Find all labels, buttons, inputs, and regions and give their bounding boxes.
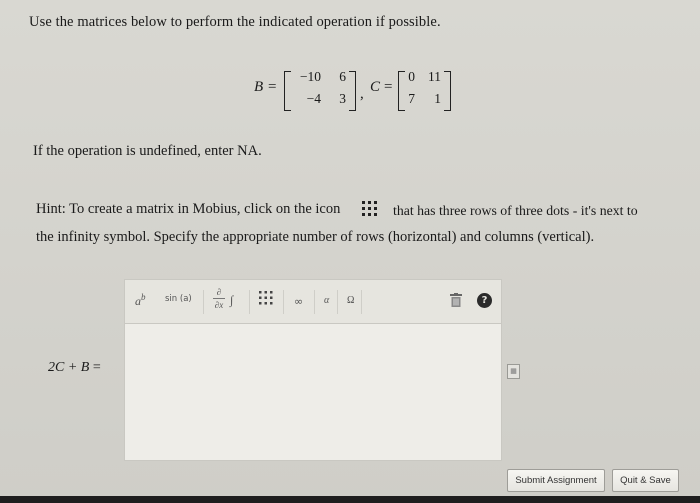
sin-function-icon[interactable]: sin (a) bbox=[165, 294, 192, 304]
toolbar-divider bbox=[337, 290, 338, 314]
power-exponent: b bbox=[141, 292, 146, 302]
trash-icon[interactable] bbox=[450, 293, 462, 310]
integral-icon[interactable]: ∫ bbox=[230, 293, 233, 308]
matrix-b-cell: 3 bbox=[339, 91, 346, 106]
help-icon[interactable]: ? bbox=[477, 293, 492, 308]
expression-text: 2C + B bbox=[48, 360, 90, 375]
bottom-border bbox=[0, 496, 700, 503]
submit-assignment-button[interactable]: Submit Assignment bbox=[507, 469, 605, 492]
matrix-icon[interactable] bbox=[258, 290, 274, 309]
matrix-b-label: B bbox=[254, 79, 264, 95]
hint-text-line2: the infinity symbol. Specify the appropr… bbox=[36, 229, 595, 245]
matrix-b-right-bracket bbox=[349, 71, 356, 111]
equation-editor-toolbar: ab sin (a) ∂ ∂x ∫ ∞ α Ω ? bbox=[124, 279, 502, 324]
omega-icon[interactable]: Ω bbox=[347, 295, 354, 306]
toolbar-divider bbox=[249, 290, 250, 314]
matrix-b-cell: −10 bbox=[299, 69, 321, 84]
matrix-b-cell: 6 bbox=[339, 69, 346, 84]
alpha-icon[interactable]: α bbox=[324, 295, 329, 306]
matrix-b-left-bracket bbox=[284, 71, 291, 111]
derivative-denominator: ∂x bbox=[214, 300, 224, 310]
derivative-fraction-bar bbox=[213, 298, 225, 299]
hint-text-part1: Hint: To create a matrix in Mobius, clic… bbox=[36, 201, 341, 217]
derivative-icon[interactable]: ∂ ∂x bbox=[213, 287, 225, 310]
matrix-c-cell: 1 bbox=[434, 91, 441, 106]
matrix-dots-icon bbox=[361, 199, 379, 219]
matrix-c-cell: 11 bbox=[428, 69, 441, 84]
toolbar-divider bbox=[203, 290, 204, 314]
matrix-c-cell: 7 bbox=[408, 91, 415, 106]
matrix-c-right-bracket bbox=[444, 71, 451, 111]
matrix-c-label: C bbox=[370, 79, 381, 95]
infinity-icon[interactable]: ∞ bbox=[294, 295, 303, 308]
derivative-numerator: ∂ bbox=[216, 287, 222, 297]
preview-document-icon[interactable]: ▦ bbox=[507, 364, 520, 379]
answer-input-area[interactable] bbox=[124, 323, 502, 461]
question-prompt: Use the matrices below to perform the in… bbox=[29, 14, 441, 30]
matrix-b-cell: −4 bbox=[306, 91, 321, 106]
toolbar-divider bbox=[361, 290, 362, 314]
undefined-instruction: If the operation is undefined, enter NA. bbox=[33, 143, 262, 159]
matrix-separator-comma: , bbox=[360, 86, 364, 102]
expression-equals: = bbox=[92, 360, 101, 375]
matrix-c-cell: 0 bbox=[408, 69, 415, 84]
matrix-b-equals: = bbox=[268, 79, 277, 95]
toolbar-divider bbox=[283, 290, 284, 314]
quit-and-save-button[interactable]: Quit & Save bbox=[612, 469, 679, 492]
hint-text-part2: that has three rows of three dots - it's… bbox=[393, 203, 638, 218]
power-icon[interactable]: ab bbox=[135, 292, 146, 309]
toolbar-divider bbox=[314, 290, 315, 314]
expression-label: 2C + B = bbox=[48, 360, 101, 376]
